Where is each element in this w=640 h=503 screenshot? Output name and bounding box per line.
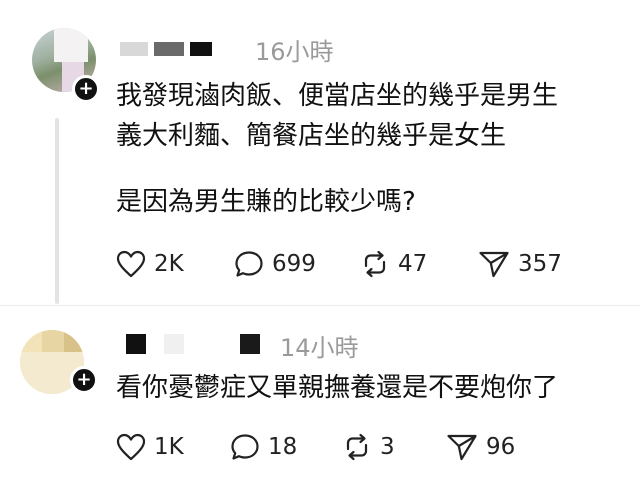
send-icon xyxy=(447,434,477,461)
like-button[interactable]: 2K xyxy=(116,250,234,278)
comment-bubble-icon xyxy=(235,251,263,277)
repost-button[interactable]: 47 xyxy=(360,250,478,278)
divider xyxy=(0,305,640,306)
send-icon xyxy=(479,251,509,278)
repost-icon xyxy=(364,250,386,278)
follow-plus-icon[interactable]: + xyxy=(70,366,98,394)
post-actions: 2K 699 47 357 xyxy=(116,250,562,278)
thread-line xyxy=(55,118,59,304)
follow-plus-icon[interactable]: + xyxy=(72,75,100,103)
post-time: 16小時 xyxy=(255,38,334,66)
post-text-line: 我發現滷肉飯、便當店坐的幾乎是男生 xyxy=(116,81,559,111)
like-count: 1K xyxy=(154,434,184,460)
repost-count: 3 xyxy=(380,434,395,460)
heart-icon xyxy=(116,250,146,278)
post-actions: 1K 18 3 96 xyxy=(116,433,515,461)
post-time: 14小時 xyxy=(280,334,359,362)
reply-button[interactable]: 699 xyxy=(234,250,360,278)
post-text-line: 是因為男生賺的比較少嗎? xyxy=(116,187,416,217)
reply-button[interactable]: 18 xyxy=(230,433,342,461)
username-redacted[interactable] xyxy=(120,40,212,58)
repost-icon xyxy=(346,433,368,461)
repost-button[interactable]: 3 xyxy=(342,433,446,461)
thread-post: + 16小時 我發現滷肉飯、便當店坐的幾乎是男生 義大利麵、簡餐店坐的幾乎是女生… xyxy=(0,0,640,305)
reply-count: 699 xyxy=(272,251,316,277)
reply-count: 18 xyxy=(268,434,298,460)
share-count: 357 xyxy=(518,251,562,277)
post-text-line: 義大利麵、簡餐店坐的幾乎是女生 xyxy=(116,121,507,151)
comment-bubble-icon xyxy=(231,434,259,460)
share-button[interactable]: 96 xyxy=(446,433,515,461)
post-text-line: 看你憂鬱症又單親撫養還是不要炮你了 xyxy=(116,373,559,403)
heart-icon xyxy=(116,433,146,461)
thread-post: + 14小時 看你憂鬱症又單親撫養還是不要炮你了 1K 18 3 96 xyxy=(0,318,640,503)
share-count: 96 xyxy=(486,434,516,460)
username-redacted[interactable] xyxy=(126,334,260,354)
repost-count: 47 xyxy=(398,251,428,277)
like-button[interactable]: 1K xyxy=(116,433,230,461)
share-button[interactable]: 357 xyxy=(478,250,562,278)
like-count: 2K xyxy=(154,251,184,277)
